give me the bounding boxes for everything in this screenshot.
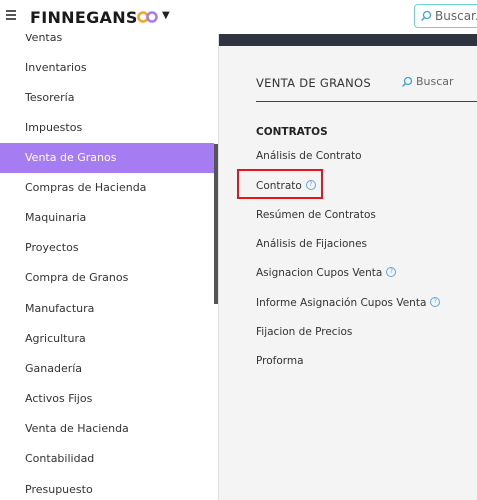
hamburger-menu-icon[interactable]: [6, 10, 16, 20]
sidebar-item[interactable]: Manufactura: [0, 294, 214, 324]
title-divider: [256, 101, 477, 102]
module-link[interactable]: Informe Asignación Cupos Venta?: [256, 297, 441, 309]
module-link-label: Fijacion de Precios: [256, 326, 353, 338]
module-link-label: Análisis de Contrato: [256, 150, 362, 162]
sidebar-item[interactable]: Activos Fijos: [0, 384, 214, 414]
sidebar-item[interactable]: Impuestos: [0, 113, 214, 143]
sidebar-item[interactable]: Tesorería: [0, 83, 214, 113]
help-icon[interactable]: ?: [305, 180, 316, 190]
module-link-label: Análisis de Fijaciones: [256, 238, 368, 250]
module-link-label: Proforma: [256, 355, 304, 367]
module-search-label: Buscar: [416, 75, 454, 88]
module-link[interactable]: Contrato?: [256, 180, 316, 192]
module-link[interactable]: Fijacion de Precios: [256, 326, 352, 338]
sidebar-item[interactable]: Venta de Hacienda: [0, 414, 214, 444]
sidebar-item[interactable]: Inventarios: [0, 53, 214, 83]
brand-name[interactable]: FINNEGANS: [30, 8, 138, 27]
module-link[interactable]: Proforma: [256, 355, 304, 367]
global-search-input[interactable]: Buscar...: [414, 4, 477, 28]
chevron-down-icon[interactable]: ▼: [162, 10, 170, 21]
sidebar-item[interactable]: Proyectos: [0, 233, 214, 263]
sidebar-item[interactable]: Venta de Granos: [0, 143, 214, 173]
sidebar-scrollbar[interactable]: [214, 144, 218, 304]
help-icon[interactable]: ?: [430, 297, 441, 307]
module-link[interactable]: Asignacion Cupos Venta?: [256, 267, 397, 279]
infinity-logo-icon: [137, 11, 158, 23]
search-icon: [421, 10, 432, 21]
search-placeholder: Buscar...: [435, 9, 477, 23]
sidebar-item[interactable]: Compras de Hacienda: [0, 173, 214, 203]
module-link-label: Contrato: [256, 180, 302, 192]
sidebar-item[interactable]: Ganadería: [0, 354, 214, 384]
sidebar-item[interactable]: Ventas: [0, 34, 214, 53]
module-link-label: Resúmen de Contratos: [256, 209, 376, 221]
help-icon[interactable]: ?: [386, 267, 397, 277]
sidebar-item[interactable]: Compra de Granos: [0, 263, 214, 293]
module-link-label: Informe Asignación Cupos Venta: [256, 297, 427, 309]
module-link-label: Asignacion Cupos Venta: [256, 267, 383, 279]
main-panel: VENTA DE GRANOS Buscar CONTRATOS Análisi…: [219, 46, 477, 500]
section-heading: CONTRATOS: [256, 126, 328, 138]
top-header: FINNEGANS ▼ Buscar...: [0, 0, 477, 35]
module-link[interactable]: Análisis de Fijaciones: [256, 238, 367, 250]
module-link[interactable]: Análisis de Contrato: [256, 150, 362, 162]
sidebar-item[interactable]: Presupuesto: [0, 475, 214, 500]
sidebar-item[interactable]: Contabilidad: [0, 444, 214, 474]
header-band: [219, 34, 477, 46]
sidebar-item[interactable]: Agricultura: [0, 324, 214, 354]
sidebar: Ventas Inventarios Tesorería Impuestos Venta…: [0, 34, 219, 500]
search-icon: [402, 76, 413, 87]
module-link[interactable]: Resúmen de Contratos: [256, 209, 376, 221]
module-title: VENTA DE GRANOS: [256, 76, 371, 90]
sidebar-item[interactable]: Maquinaria: [0, 203, 214, 233]
